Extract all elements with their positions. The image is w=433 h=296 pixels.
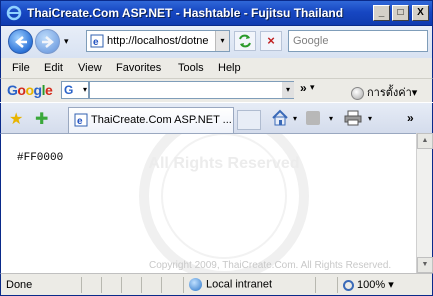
- menu-tools[interactable]: Tools: [178, 62, 204, 74]
- maximize-button[interactable]: □: [392, 5, 409, 21]
- forward-button[interactable]: [35, 29, 60, 54]
- security-zone[interactable]: Local intranet: [189, 278, 272, 291]
- minimize-button[interactable]: _: [373, 5, 390, 21]
- favorites-star-icon[interactable]: ★: [9, 109, 23, 129]
- search-placeholder: Google: [293, 35, 329, 47]
- stop-button[interactable]: ×: [260, 31, 282, 51]
- menu-help[interactable]: Help: [218, 62, 241, 74]
- google-logo-letter: o: [25, 82, 34, 98]
- copyright-text: Copyright 2009, ThaiCreate.Com. All Righ…: [149, 260, 392, 271]
- address-url[interactable]: http://localhost/dotne: [107, 35, 211, 47]
- zoom-control[interactable]: 100% ▾: [343, 278, 394, 291]
- menu-favorites[interactable]: Favorites: [116, 62, 161, 74]
- address-dropdown[interactable]: ▾: [215, 31, 229, 51]
- watermark-seal: All Rights Reserved: [139, 134, 309, 274]
- scroll-up-button[interactable]: ▲: [417, 133, 433, 149]
- status-divider: [101, 277, 102, 293]
- google-search-type-selector[interactable]: G ▾: [61, 81, 89, 99]
- vertical-scrollbar[interactable]: ▲ ▼: [416, 133, 433, 273]
- refresh-button[interactable]: [234, 31, 256, 51]
- page-icon: e: [74, 113, 88, 127]
- forward-arrow-icon: [42, 36, 54, 48]
- security-zone-label: Local intranet: [206, 278, 273, 291]
- chevron-down-icon[interactable]: ▾: [310, 82, 315, 93]
- google-settings-label: การตั้งค่า: [367, 87, 412, 99]
- chevron-down-icon[interactable]: ▾: [293, 114, 297, 123]
- status-divider: [141, 277, 142, 293]
- google-settings-button[interactable]: การตั้งค่า▾: [351, 83, 417, 101]
- zoom-icon: [343, 279, 354, 291]
- chevron-down-icon[interactable]: ▾: [368, 114, 372, 123]
- toolbar-chevron[interactable]: »: [407, 111, 414, 125]
- status-divider: [183, 277, 184, 293]
- menu-file[interactable]: File: [12, 62, 30, 74]
- status-text: Done: [6, 279, 33, 291]
- google-toolbar-chevron[interactable]: »: [300, 81, 307, 95]
- zoom-level: 100%: [357, 279, 386, 291]
- menu-view[interactable]: View: [78, 62, 102, 74]
- title-bar: ThaiCreate.Com ASP.NET - Hashtable - Fuj…: [0, 0, 433, 26]
- google-search-input[interactable]: [89, 81, 294, 99]
- recent-pages-dropdown[interactable]: ▾: [64, 36, 69, 47]
- rss-feed-icon[interactable]: [306, 111, 320, 125]
- address-bar[interactable]: e http://localhost/dotne ▾: [86, 30, 230, 52]
- back-button[interactable]: [8, 29, 33, 54]
- ie-logo-icon: [6, 5, 22, 21]
- google-search-dropdown[interactable]: ▾: [282, 82, 294, 98]
- search-input[interactable]: Google: [288, 30, 428, 52]
- chevron-down-icon[interactable]: ▾: [329, 114, 333, 123]
- google-logo: Google: [7, 82, 53, 98]
- svg-text:e: e: [77, 116, 83, 127]
- globe-icon: [189, 278, 202, 291]
- watermark-text: All Rights Reserved: [148, 155, 299, 172]
- status-bar: Done Local intranet 100% ▾: [0, 273, 433, 296]
- scroll-down-button[interactable]: ▼: [417, 257, 433, 273]
- menu-bar: File Edit View Favorites Tools Help: [0, 58, 433, 78]
- tab-label: ThaiCreate.Com ASP.NET ...: [91, 114, 231, 126]
- new-tab-button[interactable]: [237, 110, 261, 130]
- window-title: ThaiCreate.Com ASP.NET - Hashtable - Fuj…: [27, 6, 344, 20]
- chevron-down-icon: ▾: [411, 87, 418, 99]
- tab-toolbar: ★ ✚ e ThaiCreate.Com ASP.NET ... ▾ ▾ ▾ »: [0, 103, 433, 133]
- chevron-down-icon: ▾: [82, 85, 87, 94]
- menu-edit[interactable]: Edit: [44, 62, 63, 74]
- home-icon[interactable]: [271, 109, 289, 127]
- back-arrow-icon: [15, 36, 27, 48]
- status-divider: [161, 277, 162, 293]
- google-logo-letter: e: [44, 82, 53, 98]
- close-button[interactable]: X: [412, 5, 429, 21]
- page-icon: e: [90, 34, 104, 48]
- status-divider: [121, 277, 122, 293]
- google-logo-letter: G: [7, 82, 18, 98]
- svg-text:e: e: [93, 37, 99, 48]
- tab-active[interactable]: e ThaiCreate.Com ASP.NET ...: [68, 107, 234, 133]
- status-divider: [337, 277, 338, 293]
- chevron-down-icon: ▾: [388, 279, 394, 291]
- page-content: All Rights Reserved #FF0000 Copyright 20…: [0, 133, 416, 274]
- address-toolbar: ▾ e http://localhost/dotne ▾ × Google: [0, 26, 433, 58]
- print-icon[interactable]: [344, 110, 362, 126]
- status-divider: [315, 277, 316, 293]
- settings-icon: [351, 86, 364, 100]
- status-divider: [81, 277, 82, 293]
- add-favorite-icon[interactable]: ✚: [35, 109, 48, 129]
- google-logo-letter: g: [33, 82, 43, 98]
- google-g-icon: G: [64, 83, 74, 97]
- google-toolbar: Google G ▾ ▾ » ▾ การตั้งค่า▾: [0, 78, 433, 102]
- refresh-icon: [239, 34, 251, 48]
- page-text: #FF0000: [17, 152, 64, 164]
